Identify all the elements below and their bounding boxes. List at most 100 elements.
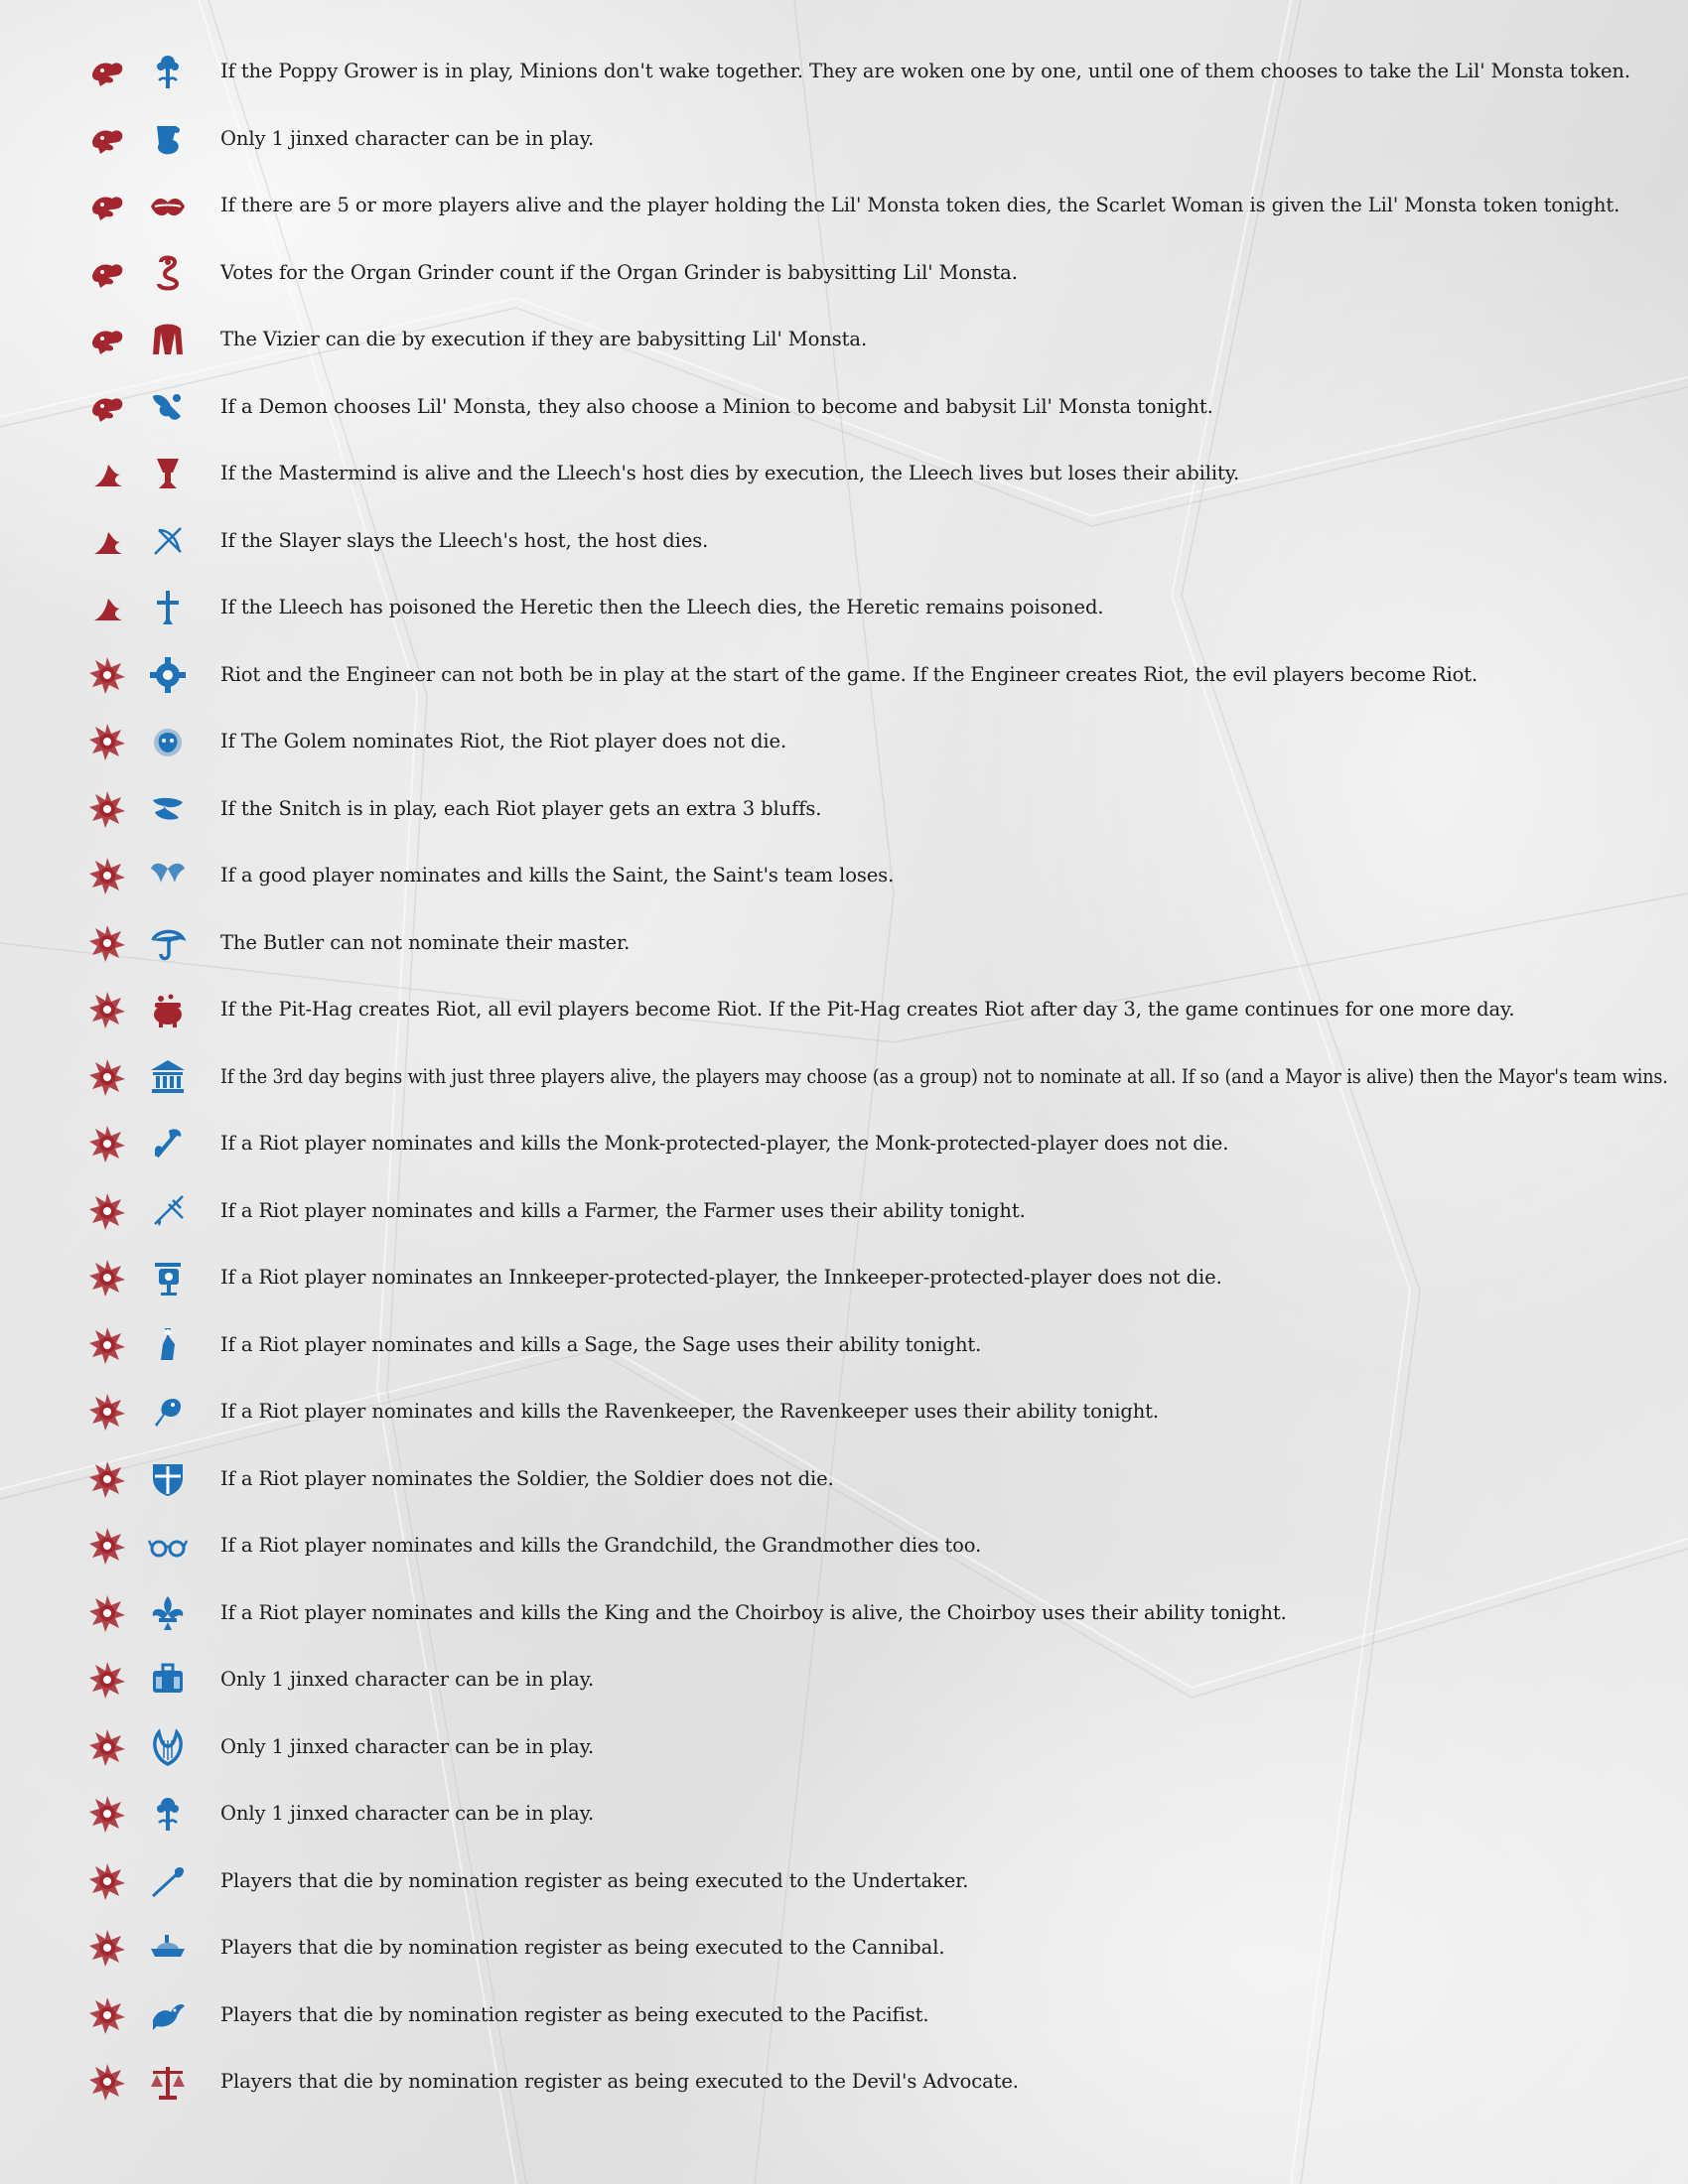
jinx-text: If the Pit-Hag creates Riot, all evil pl… [220,998,1515,1021]
lil-monsta-icon [86,386,128,428]
jinx-row: If the 3rd day begins with just three pl… [0,1047,1688,1107]
magician-icon [147,118,189,160]
riot-icon [86,1525,128,1567]
jinx-text: The Vizier can die by execution if they … [220,328,868,350]
jinx-row: If the Snitch is in play, each Riot play… [0,779,1688,839]
choirboy-icon [147,1592,189,1634]
jinx-row: If a good player nominates and kills the… [0,846,1688,905]
lleech-icon [86,520,128,562]
jinx-text: If the Poppy Grower is in play, Minions … [220,60,1630,82]
jinx-text: Only 1 jinxed character can be in play. [220,126,595,150]
jinx-text: If a Riot player nominates and kills the… [220,1600,1287,1624]
lil-monsta-icon [86,252,128,294]
jinx-text: If a Riot player nominates an Innkeeper-… [220,1266,1222,1289]
jinx-row: If the Poppy Grower is in play, Minions … [0,42,1688,101]
riot-icon [86,989,128,1030]
jinx-row: If a Riot player nominates the Soldier, … [0,1449,1688,1509]
jinx-text: If the Mastermind is alive and the Lleec… [220,462,1240,484]
jinx-row: Only 1 jinxed character can be in play. [0,1784,1688,1843]
soldier-icon [147,1458,189,1500]
riot-icon [86,1927,128,1969]
jinx-row: Votes for the Organ Grinder count if the… [0,243,1688,303]
jinx-text: If The Golem nominates Riot, the Riot pl… [220,730,787,752]
riot-icon [86,1391,128,1433]
vizier-icon [147,319,189,360]
riot-icon [86,788,128,830]
jinx-text: If the Snitch is in play, each Riot play… [220,796,822,820]
jinx-text: If a good player nominates and kills the… [220,864,895,887]
slayer-icon [147,520,189,562]
scarlet-woman-icon [147,185,189,226]
snitch-icon [147,788,189,830]
jinx-list: If the Poppy Grower is in play, Minions … [0,0,1688,2184]
jinx-row: If The Golem nominates Riot, the Riot pl… [0,712,1688,771]
jinx-row: If the Pit-Hag creates Riot, all evil pl… [0,980,1688,1039]
lil-monsta-icon [86,118,128,160]
jinx-row: Players that die by nomination register … [0,1918,1688,1978]
jinx-row: If a Riot player nominates and kills the… [0,1516,1688,1575]
jinx-row: If the Mastermind is alive and the Lleec… [0,444,1688,503]
pit-hag-icon [147,989,189,1030]
monk-icon [147,1123,189,1164]
jinx-text: If the Slayer slays the Lleech's host, t… [220,528,709,552]
jinx-row: If a Riot player nominates an Innkeeper-… [0,1248,1688,1307]
jinx-row: Riot and the Engineer can not both be in… [0,645,1688,705]
jinx-row: Players that die by nomination register … [0,2052,1688,2112]
riot-icon [86,654,128,696]
heretic-icon [147,587,189,628]
jinx-text: Only 1 jinxed character can be in play. [220,1734,595,1758]
jinx-row: Only 1 jinxed character can be in play. [0,1717,1688,1777]
mastermind-icon [147,453,189,494]
jinx-text: If the Lleech has poisoned the Heretic t… [220,596,1104,618]
organ-grinder-icon [147,252,189,294]
jinx-text: If a Riot player nominates and kills a S… [220,1332,982,1356]
jinx-row: If the Slayer slays the Lleech's host, t… [0,511,1688,571]
jinx-text: Players that die by nomination register … [220,1868,969,1892]
riot-icon [86,1324,128,1366]
riot-icon [86,1659,128,1701]
mayor-icon [147,1056,189,1098]
poppy-grower-icon [147,1793,189,1835]
jinx-row: The Vizier can die by execution if they … [0,310,1688,369]
jinx-row: If the Lleech has poisoned the Heretic t… [0,578,1688,637]
jinx-text: If a Demon chooses Lil' Monsta, they als… [220,394,1213,418]
riot-icon [86,721,128,762]
undertaker-icon [147,1860,189,1902]
jinx-row: If a Riot player nominates and kills the… [0,1583,1688,1643]
jinx-text: Only 1 jinxed character can be in play. [220,1802,595,1825]
lil-monsta-icon [86,51,128,92]
jinx-row: Only 1 jinxed character can be in play. [0,109,1688,169]
engineer-icon [147,654,189,696]
jinx-text: If the 3rd day begins with just three pl… [220,1064,1668,1088]
jinx-text: If there are 5 or more players alive and… [220,194,1620,216]
jinx-text: If a Riot player nominates and kills the… [220,1534,982,1557]
jinx-text: If a Riot player nominates and kills a F… [220,1198,1026,1222]
riot-icon [86,1123,128,1164]
hatter-icon [147,386,189,428]
riot-icon [86,1190,128,1232]
saint-icon [147,855,189,896]
riot-icon [86,2061,128,2103]
jinx-text: If a Riot player nominates and kills the… [220,1132,1229,1155]
minstrel-icon [147,1726,189,1768]
jinx-text: If a Riot player nominates the Soldier, … [220,1466,834,1490]
jinx-row: Only 1 jinxed character can be in play. [0,1650,1688,1709]
devils-advocate-icon [147,2061,189,2103]
jinx-text: Players that die by nomination register … [220,2002,929,2026]
poppy-grower-icon [147,51,189,92]
grandmother-icon [147,1525,189,1567]
riot-icon [86,1994,128,2036]
riot-icon [86,1793,128,1835]
ravenkeeper-icon [147,1391,189,1433]
jinx-row: If a Riot player nominates and kills a S… [0,1315,1688,1375]
riot-icon [86,855,128,896]
lleech-icon [86,587,128,628]
jinx-text: Votes for the Organ Grinder count if the… [220,260,1018,284]
riot-icon [86,1860,128,1902]
riot-icon [86,1056,128,1098]
farmer-icon [147,1190,189,1232]
riot-icon [86,1257,128,1298]
pacifist-icon [147,1994,189,2036]
riot-icon [86,1726,128,1768]
lil-monsta-icon [86,185,128,226]
